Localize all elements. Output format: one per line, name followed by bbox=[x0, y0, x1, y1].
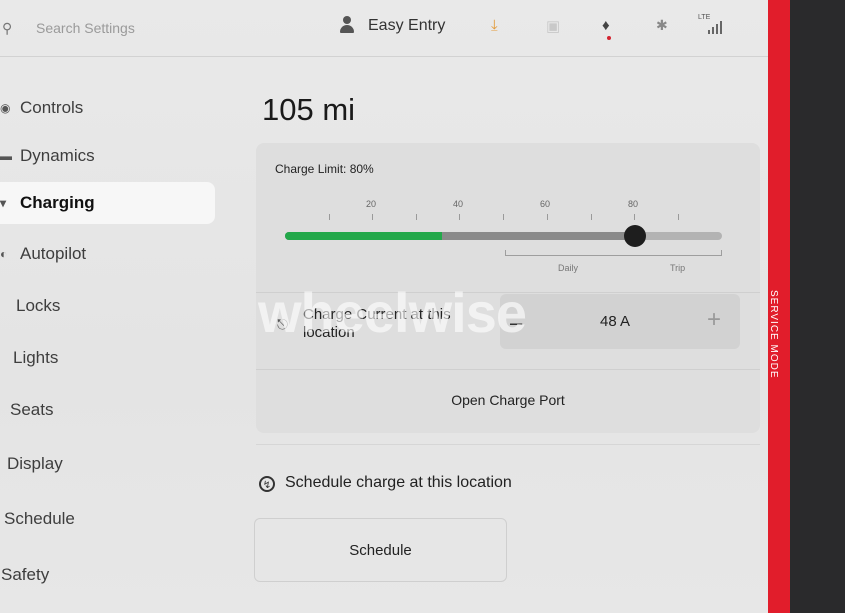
slider-tick bbox=[416, 214, 417, 220]
search-input[interactable]: Search Settings bbox=[36, 20, 135, 36]
car-icon: ▬ bbox=[0, 149, 12, 163]
sidebar-item-label: Lights bbox=[13, 348, 59, 367]
sidebar-item-label: Safety bbox=[1, 565, 50, 584]
zone-bracket bbox=[505, 250, 722, 256]
slider-tick bbox=[591, 214, 592, 220]
service-mode-label: SERVICE MODE bbox=[768, 290, 779, 379]
profile-name[interactable]: Easy Entry bbox=[368, 17, 445, 35]
bolt-icon: ▾ bbox=[0, 196, 7, 210]
slider-tick bbox=[503, 214, 504, 220]
sidebar-item-charging[interactable]: ▾ Charging bbox=[0, 182, 215, 224]
sidebar-item-controls[interactable]: ◉ Controls bbox=[0, 87, 83, 129]
sidebar-item-label: Locks bbox=[16, 296, 61, 315]
profile-icon[interactable] bbox=[339, 16, 355, 34]
increase-current-button[interactable]: + bbox=[707, 306, 721, 334]
schedule-button-label: Schedule bbox=[349, 541, 412, 559]
zone-label-daily: Daily bbox=[558, 263, 579, 273]
sidebar-item-lights[interactable]: Lights bbox=[13, 337, 58, 379]
schedule-charge-label: Schedule charge at this location bbox=[285, 474, 512, 491]
slider-tick-label: 20 bbox=[366, 199, 377, 209]
sidebar-item-locks[interactable]: Locks bbox=[16, 285, 60, 327]
slider-tick bbox=[547, 214, 548, 220]
slider-tick bbox=[634, 214, 635, 220]
slider-tick-label: 80 bbox=[628, 199, 639, 209]
sidebar-item-safety[interactable]: Safety bbox=[1, 554, 49, 596]
zone-label-trip: Trip bbox=[670, 263, 686, 273]
notification-dot bbox=[607, 36, 611, 40]
lte-signal-icon bbox=[708, 20, 726, 34]
open-charge-port-label: Open Charge Port bbox=[451, 392, 565, 408]
sidebar-item-label: Controls bbox=[20, 98, 84, 117]
slider-tick-label: 40 bbox=[453, 199, 464, 209]
sidebar-item-label: Schedule bbox=[4, 509, 75, 528]
sidebar-item-display[interactable]: Display bbox=[7, 443, 63, 485]
charge-current-value: 48 A bbox=[600, 313, 631, 330]
charge-limit-knob[interactable] bbox=[623, 225, 646, 247]
slider-tick bbox=[372, 214, 373, 220]
open-charge-port-button[interactable]: Open Charge Port bbox=[256, 370, 760, 430]
sidebar-item-label: Display bbox=[7, 454, 63, 473]
screen-bezel bbox=[790, 0, 845, 613]
schedule-button[interactable]: Schedule bbox=[254, 518, 507, 582]
alarm-clock-icon: ↯ bbox=[259, 476, 275, 492]
divider bbox=[256, 444, 760, 445]
slider-tick bbox=[329, 214, 330, 220]
sidebar-item-label: Charging bbox=[20, 193, 95, 212]
sidebar-item-label: Autopilot bbox=[20, 244, 87, 263]
slider-tick bbox=[459, 214, 460, 220]
sidebar-item-label: Dynamics bbox=[20, 146, 95, 165]
search-icon[interactable]: ⚲ bbox=[2, 20, 12, 37]
sidebar-item-label: Seats bbox=[10, 400, 54, 419]
toggle-icon: ◉ bbox=[0, 101, 11, 115]
battery-level-fill bbox=[285, 232, 443, 240]
slider-tick-label: 60 bbox=[540, 199, 551, 209]
download-icon[interactable]: ⤓ bbox=[491, 17, 498, 34]
steering-wheel-icon: ◐ bbox=[0, 247, 8, 261]
sidebar-item-dynamics[interactable]: ▬ Dynamics bbox=[0, 135, 95, 177]
sidebar: ◉ Controls ▬ Dynamics ▾ Charging ◐ Autop… bbox=[0, 56, 230, 613]
bell-icon[interactable]: ♦ bbox=[602, 17, 610, 34]
range-display: 105 mi bbox=[262, 92, 356, 127]
watermark: wheelwise bbox=[258, 281, 527, 344]
sidebar-item-seats[interactable]: Seats bbox=[10, 389, 53, 431]
touchscreen: ⚲ Search Settings Easy Entry ⤓ ▣ ♦ ✱ LTE… bbox=[0, 0, 790, 613]
lock-icon[interactable]: ▣ bbox=[546, 17, 560, 35]
top-bar: ⚲ Search Settings Easy Entry ⤓ ▣ ♦ ✱ LTE bbox=[0, 0, 768, 57]
slider-tick bbox=[678, 214, 679, 220]
charge-limit-label: Charge Limit: 80% bbox=[275, 162, 374, 176]
sidebar-item-schedule[interactable]: Schedule bbox=[4, 498, 75, 540]
sidebar-item-autopilot[interactable]: ◐ Autopilot bbox=[0, 233, 86, 275]
bluetooth-icon[interactable]: ✱ bbox=[656, 17, 668, 34]
